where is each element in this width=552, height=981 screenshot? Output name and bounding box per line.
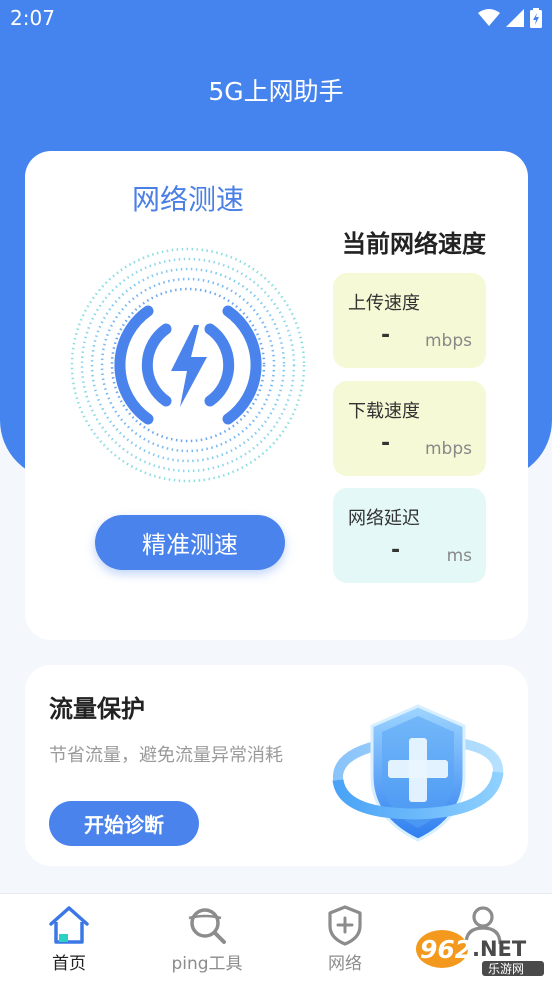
upload-speed-value: - — [381, 323, 391, 348]
latency-box: 网络延迟 - ms — [333, 488, 486, 583]
current-speed-title: 当前网络速度 — [342, 230, 486, 258]
site-watermark-logo: 962 .NET 乐游网 — [416, 930, 544, 976]
status-time: 2:07 — [10, 6, 55, 30]
upload-speed-unit: mbps — [425, 331, 472, 351]
svg-text:乐游网: 乐游网 — [488, 962, 524, 976]
download-speed-unit: mbps — [425, 439, 472, 459]
svg-text:.NET: .NET — [472, 937, 527, 961]
download-speed-label: 下载速度 — [348, 401, 420, 422]
traffic-protection-description: 节省流量，避免流量异常消耗 — [49, 745, 283, 766]
ping-search-icon — [188, 908, 226, 944]
app-title: 5G上网助手 — [208, 77, 344, 106]
speed-test-title: 网络测速 — [131, 183, 244, 216]
speed-test-icon[interactable] — [70, 247, 306, 483]
traffic-protection-title: 流量保护 — [49, 695, 145, 723]
wifi-icon — [478, 9, 500, 26]
svg-text:962: 962 — [420, 935, 472, 964]
upload-speed-label: 上传速度 — [348, 293, 420, 314]
download-speed-value: - — [381, 431, 391, 456]
nav-item-network[interactable]: 网络 — [276, 894, 414, 981]
nav-item-ping[interactable]: ping工具 — [138, 894, 276, 981]
battery-icon — [530, 8, 542, 28]
status-bar: 2:07 — [0, 0, 552, 38]
latency-value: - — [391, 538, 401, 563]
accurate-speed-test-button[interactable]: 精准测速 — [95, 515, 285, 570]
start-diagnosis-button[interactable]: 开始诊断 — [49, 801, 199, 846]
download-speed-box: 下载速度 - mbps — [333, 381, 486, 476]
status-icons — [478, 8, 542, 28]
latency-label: 网络延迟 — [348, 508, 420, 529]
network-shield-icon — [328, 905, 362, 946]
nav-item-home[interactable]: 首页 — [0, 894, 138, 981]
nav-label-ping: ping工具 — [171, 954, 243, 974]
latency-unit: ms — [446, 546, 472, 566]
nav-label-network: 网络 — [328, 954, 362, 974]
shield-icon — [332, 704, 504, 842]
home-icon — [49, 906, 89, 944]
signal-icon — [506, 9, 524, 27]
upload-speed-box: 上传速度 - mbps — [333, 273, 486, 368]
nav-label-home: 首页 — [52, 954, 86, 974]
